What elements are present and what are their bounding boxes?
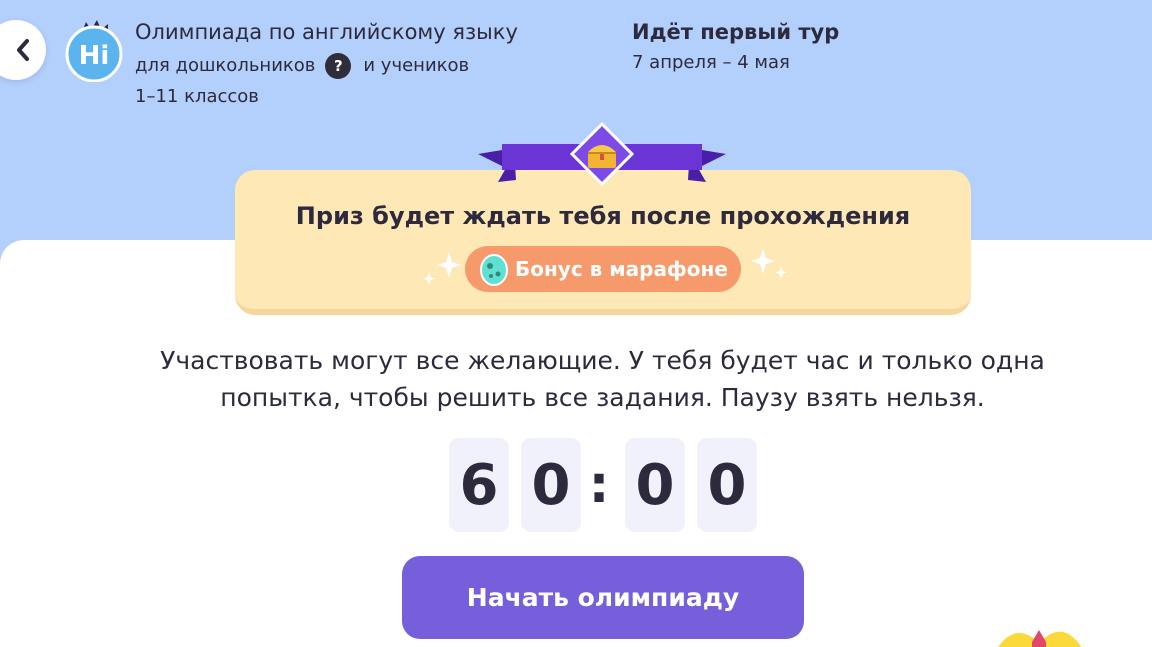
title-line-2b: и учеников	[363, 55, 470, 76]
round-info: Идёт первый тур 7 апреля – 4 мая	[632, 18, 839, 76]
start-olympiad-button[interactable]: Начать олимпиаду	[402, 556, 804, 639]
prize-text: Приз будет ждать тебя после прохождения	[295, 202, 911, 230]
sparkle-icon	[423, 252, 461, 285]
ribbon-banner	[478, 122, 726, 187]
title-line-3: 1–11 классов	[135, 86, 259, 107]
countdown-timer: 6 0 : 0 0	[449, 438, 757, 532]
treasure-chest-icon	[588, 145, 616, 168]
egg-icon	[480, 254, 508, 286]
timer-digit-seconds-ones: 0	[697, 438, 757, 532]
round-title: Идёт первый тур	[632, 20, 840, 44]
title-line-1: Олимпиада по английскому языку	[135, 20, 518, 44]
bonus-badge[interactable]: Бонус в марафоне	[465, 246, 741, 292]
gift-icon	[998, 630, 1082, 647]
hi-logo-icon: Hi	[65, 20, 123, 82]
timer-digit-minutes-tens: 6	[449, 438, 509, 532]
olympiad-title: Олимпиада по английскому языку для дошко…	[135, 18, 575, 110]
chevron-left-icon	[17, 39, 29, 61]
timer-digit-minutes-ones: 0	[521, 438, 581, 532]
logo-text: Hi	[79, 41, 110, 71]
bonus-label: Бонус в марафоне	[515, 257, 728, 281]
description-text: Участвовать могут все желающие. У тебя б…	[160, 346, 1045, 412]
help-icon[interactable]: ?	[325, 53, 352, 79]
title-line-2a: для дошкольников	[135, 55, 316, 76]
round-dates: 7 апреля – 4 мая	[632, 52, 790, 73]
title-line-2: для дошкольников ? и учеников	[135, 52, 575, 80]
timer-digit-seconds-tens: 0	[625, 438, 685, 532]
timer-separator: :	[588, 455, 610, 515]
sparkle-icon	[751, 248, 787, 279]
